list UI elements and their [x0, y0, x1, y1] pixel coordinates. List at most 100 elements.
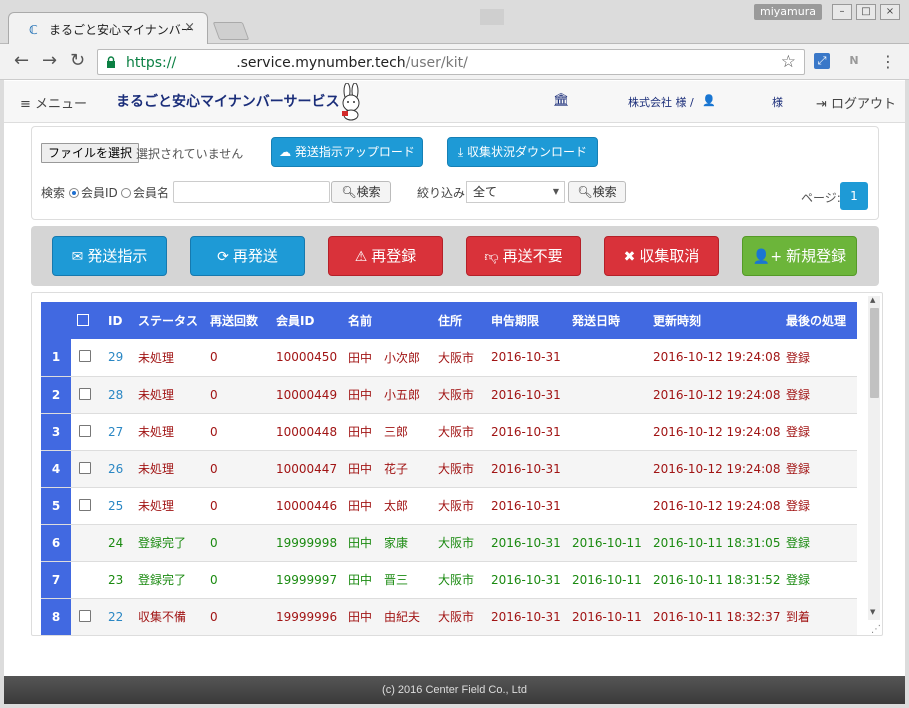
row-checkbox[interactable] — [79, 609, 91, 622]
header-last-action[interactable]: 最後の処理 — [780, 302, 857, 339]
search-icon: 🔍︎ — [341, 185, 357, 199]
row-member-id: 10000447 — [270, 450, 342, 488]
search-button[interactable]: 🔍︎検索 — [331, 181, 391, 203]
tab-close-icon[interactable]: × — [184, 20, 195, 35]
resend-button[interactable]: ⟳ 再発送 — [190, 236, 305, 276]
row-name: 田中 太郎 — [342, 487, 432, 525]
reregister-button[interactable]: ⚠ 再登録 — [328, 236, 443, 276]
row-deadline: 2016-10-31 — [485, 413, 566, 451]
cloud-upload-icon: ☁ — [279, 145, 295, 159]
row-id[interactable]: 22 — [102, 598, 132, 635]
row-deadline: 2016-10-31 — [485, 561, 566, 599]
row-id[interactable]: 29 — [102, 339, 132, 377]
narrow-select[interactable]: 全て ▼ — [466, 181, 565, 203]
company-name: 株式会社 様 / — [628, 96, 694, 109]
row-id[interactable]: 25 — [102, 487, 132, 525]
row-index: 3 — [41, 413, 71, 451]
forward-icon[interactable]: → — [42, 52, 57, 70]
table-header-row: ID ステータス 再送回数 会員ID 名前 住所 申告期限 発送日時 更新時刻 … — [41, 302, 857, 339]
table-scrollbar-thumb[interactable] — [870, 308, 879, 398]
search-input[interactable] — [173, 181, 330, 203]
row-name: 田中 由紀夫 — [342, 598, 432, 635]
row-checkbox-cell[interactable] — [71, 598, 102, 635]
address-bar[interactable]: https://.service.mynumber.tech/user/kit/… — [97, 49, 805, 75]
row-checkbox-cell[interactable] — [71, 487, 102, 525]
page-number-button[interactable]: 1 — [840, 182, 868, 210]
header-index — [41, 302, 71, 339]
action-bar: ✉ 発送指示 ⟳ 再発送 ⚠ 再登録 👎︎ 再送不要 ✖ 収集取消 👤+ 新規登録 — [31, 226, 879, 286]
new-tab-button[interactable] — [212, 22, 250, 40]
radio-member-name[interactable]: 会員名 — [121, 184, 169, 201]
resize-grip-icon[interactable]: ⋰ — [871, 624, 881, 635]
row-sent — [566, 487, 647, 525]
menu-button[interactable]: ≡ メニュー — [20, 93, 87, 112]
row-index: 8 — [41, 598, 71, 635]
row-checkbox[interactable] — [79, 350, 91, 363]
close-window-button[interactable]: × — [880, 4, 900, 20]
profile-badge[interactable]: miyamura — [754, 4, 822, 20]
row-id[interactable]: 28 — [102, 376, 132, 414]
row-resend: 0 — [204, 450, 270, 488]
send-instruction-button[interactable]: ✉ 発送指示 — [52, 236, 167, 276]
row-status: 未処理 — [132, 339, 204, 377]
scroll-down-icon[interactable]: ▼ — [870, 608, 875, 616]
row-last-action: 登録 — [780, 413, 857, 451]
back-icon[interactable]: ← — [14, 52, 29, 70]
row-checkbox-cell[interactable] — [71, 376, 102, 414]
header-sent-date[interactable]: 発送日時 — [566, 302, 647, 339]
row-address: 大阪市 — [432, 413, 485, 451]
header-address[interactable]: 住所 — [432, 302, 485, 339]
browser-menu-icon[interactable]: ⋮ — [880, 52, 896, 71]
narrow-search-button[interactable]: 🔍︎検索 — [568, 181, 626, 203]
logout-icon: ⇥ — [816, 97, 832, 112]
row-id[interactable]: 26 — [102, 450, 132, 488]
download-status-button[interactable]: ⤓ 収集状況ダウンロード — [447, 137, 598, 167]
scroll-up-icon[interactable]: ▲ — [870, 296, 875, 304]
bank-icon: 🏛 — [553, 93, 570, 108]
logout-button[interactable]: ⇥ ログアウト — [816, 93, 896, 112]
header-member-id[interactable]: 会員ID — [270, 302, 342, 339]
header-status[interactable]: ステータス — [132, 302, 204, 339]
row-member-id: 10000450 — [270, 339, 342, 377]
row-checkbox[interactable] — [79, 424, 91, 437]
bookmark-star-icon[interactable]: ☆ — [781, 52, 796, 72]
row-checkbox[interactable] — [79, 387, 91, 400]
extension-n-icon[interactable]: N — [846, 53, 862, 69]
maximize-button[interactable]: □ — [856, 4, 876, 20]
reload-icon[interactable]: ↻ — [70, 52, 85, 70]
select-all-checkbox[interactable] — [77, 313, 89, 326]
extension-icon[interactable]: ⤢ — [814, 53, 830, 69]
header-deadline[interactable]: 申告期限 — [485, 302, 566, 339]
row-member-id: 19999998 — [270, 524, 342, 562]
row-checkbox[interactable] — [79, 461, 91, 474]
search-label: 検索 — [41, 186, 66, 200]
row-checkbox[interactable] — [79, 498, 91, 511]
row-sent: 2016-10-11 — [566, 561, 647, 599]
brand-title[interactable]: まるごと安心マイナンバーサービス — [116, 91, 339, 111]
header-id[interactable]: ID — [102, 302, 132, 339]
row-checkbox-cell[interactable] — [71, 339, 102, 377]
header-resend-count[interactable]: 再送回数 — [204, 302, 270, 339]
row-id[interactable]: 27 — [102, 413, 132, 451]
row-last-action: 登録 — [780, 450, 857, 488]
minimize-button[interactable]: – — [832, 4, 852, 20]
upload-instructions-button[interactable]: ☁ 発送指示アップロード — [271, 137, 423, 167]
file-select-button[interactable]: ファイルを選択 — [41, 143, 140, 163]
table-row: 4 26 未処理 0 10000447 田中 花子 大阪市 2016-10-31 … — [41, 450, 857, 488]
radio-member-id[interactable]: 会員ID — [69, 184, 118, 201]
records-table-container[interactable]: ID ステータス 再送回数 会員ID 名前 住所 申告期限 発送日時 更新時刻 … — [31, 292, 883, 636]
tabstrip-block — [480, 9, 504, 25]
app-header: ≡ メニュー まるごと安心マイナンバーサービス 🏛 株式会社 様 / 👤 様 ⇥… — [4, 81, 905, 123]
new-register-button[interactable]: 👤+ 新規登録 — [742, 236, 857, 276]
header-updated[interactable]: 更新時刻 — [647, 302, 780, 339]
row-status: 未処理 — [132, 413, 204, 451]
no-resend-button[interactable]: 👎︎ 再送不要 — [466, 236, 581, 276]
row-checkbox-cell[interactable] — [71, 450, 102, 488]
row-checkbox-cell[interactable] — [71, 413, 102, 451]
header-select-all[interactable] — [71, 302, 102, 339]
browser-tab[interactable]: ℂ まるごと安心マイナンバー × — [8, 12, 208, 44]
row-sent — [566, 413, 647, 451]
row-address: 大阪市 — [432, 487, 485, 525]
cancel-collection-button[interactable]: ✖ 収集取消 — [604, 236, 719, 276]
header-name[interactable]: 名前 — [342, 302, 432, 339]
